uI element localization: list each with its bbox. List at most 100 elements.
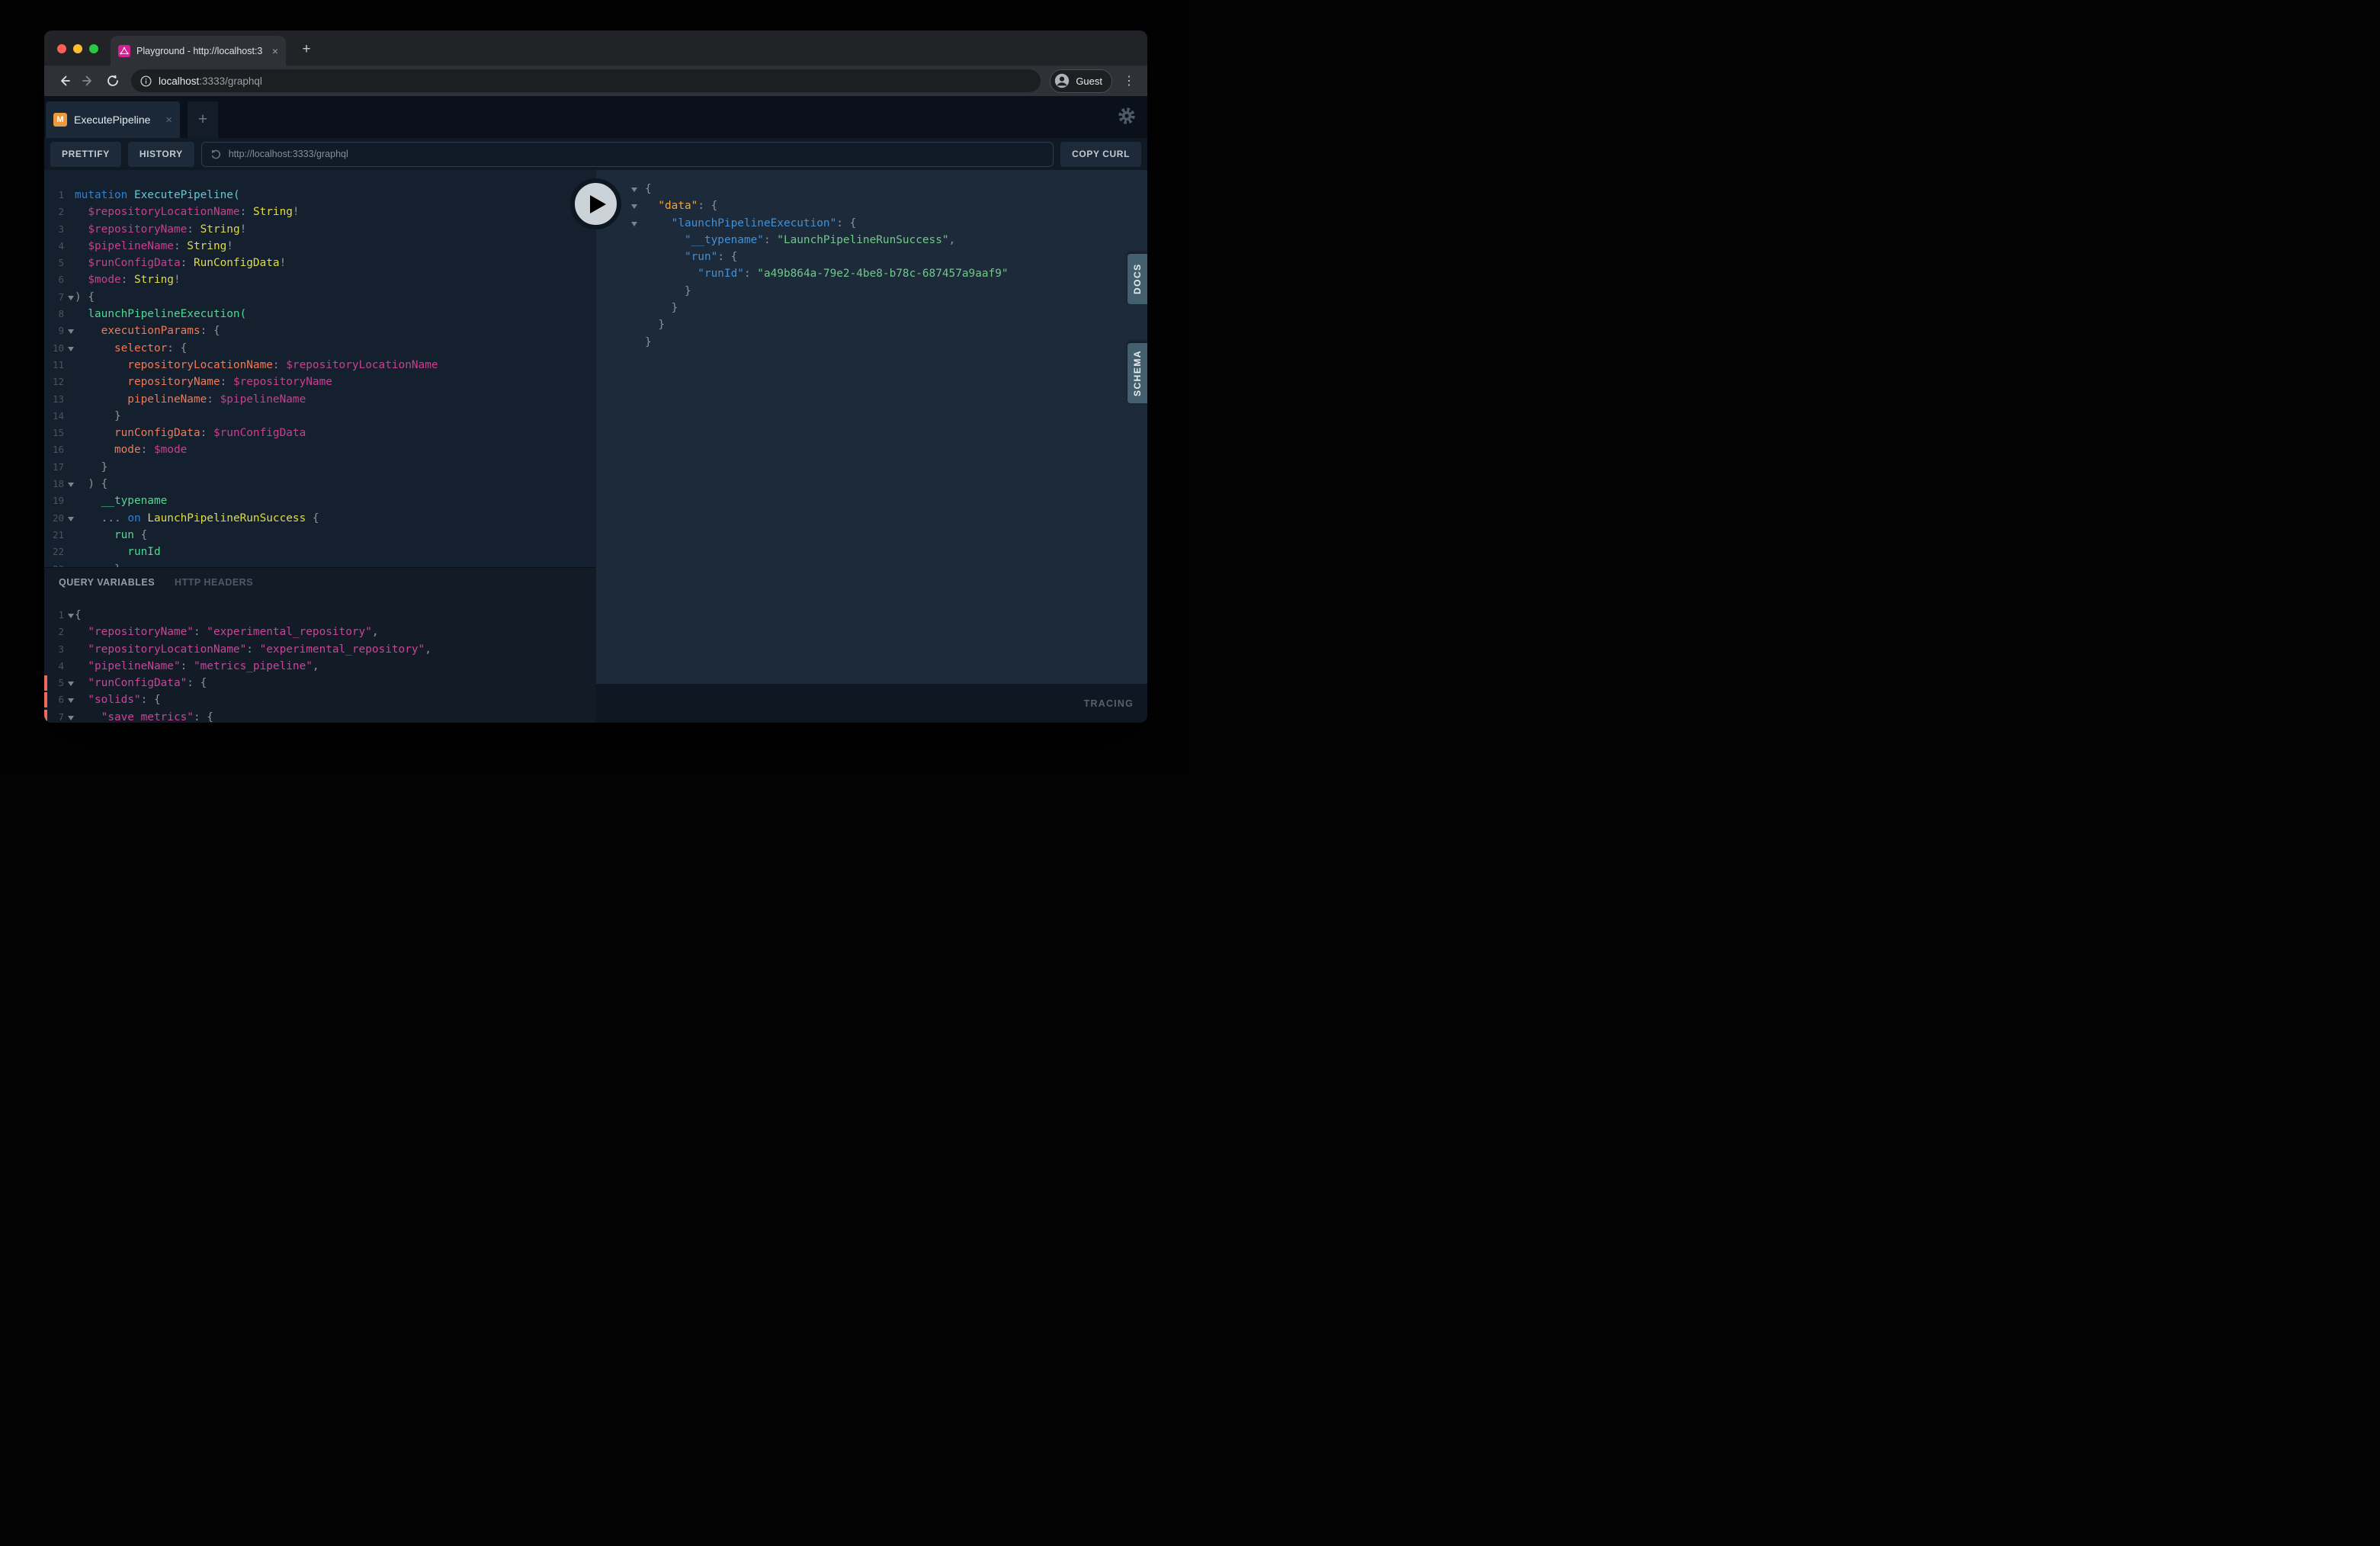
tracing-bar[interactable]: TRACING xyxy=(596,684,1147,723)
code-line: 4 "pipelineName": "metrics_pipeline", xyxy=(44,658,596,675)
new-session-button[interactable]: + xyxy=(188,101,218,138)
line-number: 6 xyxy=(44,691,64,708)
code-text: "runConfigData": { xyxy=(44,675,596,691)
code-text: ) { xyxy=(44,476,596,492)
execute-play-button[interactable] xyxy=(570,178,621,229)
code-line: 19 __typename xyxy=(44,492,596,509)
code-text: runConfigData: $runConfigData xyxy=(44,425,596,441)
error-marker xyxy=(44,675,47,691)
profile-button[interactable]: Guest xyxy=(1050,69,1112,93)
tab-http-headers[interactable]: HTTP HEADERS xyxy=(175,577,253,588)
fold-arrow-icon[interactable] xyxy=(631,222,637,226)
code-line: 23 } xyxy=(44,561,596,567)
line-number: 16 xyxy=(44,441,64,458)
code-text: } xyxy=(596,316,1147,333)
fold-arrow-icon[interactable] xyxy=(631,188,637,192)
code-text: "run": { xyxy=(596,249,1147,265)
line-number: 1 xyxy=(44,607,64,624)
variables-tabs: QUERY VARIABLES HTTP HEADERS xyxy=(44,568,596,588)
code-text: } xyxy=(44,561,596,567)
browser-menu-button[interactable]: ⋮ xyxy=(1120,70,1138,91)
code-line: 2 "repositoryName": "experimental_reposi… xyxy=(44,624,596,640)
code-text: { xyxy=(44,607,596,624)
code-line: 16 mode: $mode xyxy=(44,441,596,458)
url-bar[interactable]: localhost:3333/graphql xyxy=(131,69,1041,92)
back-button[interactable] xyxy=(53,70,75,91)
browser-tabstrip: Playground - http://localhost:3 × + xyxy=(44,30,1147,66)
line-number: 14 xyxy=(44,408,64,425)
fold-arrow-icon[interactable] xyxy=(68,483,74,487)
settings-gear-icon[interactable] xyxy=(1118,107,1136,125)
docs-side-tab[interactable]: DOCS xyxy=(1127,254,1147,304)
url-text: localhost:3333/graphql xyxy=(159,75,262,87)
endpoint-reload-icon[interactable] xyxy=(210,149,222,160)
code-line: 6 "solids": { xyxy=(44,691,596,708)
copy-curl-button[interactable]: COPY CURL xyxy=(1060,142,1141,167)
line-number: 6 xyxy=(44,271,64,288)
site-info-icon[interactable] xyxy=(140,75,152,87)
fold-arrow-icon[interactable] xyxy=(68,716,74,720)
fold-arrow-icon[interactable] xyxy=(68,347,74,351)
code-text: $repositoryLocationName: String! xyxy=(44,204,596,220)
reload-button[interactable] xyxy=(102,70,123,91)
line-number: 9 xyxy=(44,322,64,339)
browser-toolbar: localhost:3333/graphql Guest ⋮ xyxy=(44,66,1147,96)
code-text: $mode: String! xyxy=(44,271,596,288)
code-text: pipelineName: $pipelineName xyxy=(44,391,596,408)
code-text: { xyxy=(596,181,1147,197)
code-text: repositoryLocationName: $repositoryLocat… xyxy=(44,357,596,374)
code-line: 3 "repositoryLocationName": "experimenta… xyxy=(44,641,596,658)
code-text: "save_metrics": { xyxy=(44,709,596,723)
session-tab[interactable]: M ExecutePipeline × xyxy=(46,101,180,138)
code-text: "runId": "a49b864a-79e2-4be8-b78c-687457… xyxy=(596,265,1147,282)
code-text: ... on LaunchPipelineRunSuccess { xyxy=(44,510,596,527)
close-window-button[interactable] xyxy=(57,44,66,53)
line-number: 8 xyxy=(44,306,64,322)
code-line: 11 repositoryLocationName: $repositoryLo… xyxy=(44,357,596,374)
code-text: } xyxy=(596,300,1147,316)
profile-label: Guest xyxy=(1076,75,1102,87)
fold-arrow-icon[interactable] xyxy=(68,329,74,334)
fold-arrow-icon[interactable] xyxy=(68,682,74,686)
history-button[interactable]: HISTORY xyxy=(128,142,194,167)
prettify-button[interactable]: PRETTIFY xyxy=(50,142,121,167)
tab-query-variables[interactable]: QUERY VARIABLES xyxy=(59,577,155,588)
code-line: 5 "runConfigData": { xyxy=(44,675,596,691)
code-line: 3 $repositoryName: String! xyxy=(44,221,596,238)
tab-close-icon[interactable]: × xyxy=(272,45,278,57)
browser-tab-title: Playground - http://localhost:3 xyxy=(136,46,266,56)
minimize-window-button[interactable] xyxy=(73,44,82,53)
query-editor[interactable]: 1mutation ExecutePipeline(2 $repositoryL… xyxy=(44,170,596,567)
code-line: 21 run { xyxy=(44,527,596,544)
line-number: 2 xyxy=(44,624,64,640)
code-line: "data": { xyxy=(596,197,1147,214)
endpoint-input[interactable]: http://localhost:3333/graphql xyxy=(201,142,1054,167)
code-line: 5 $runConfigData: RunConfigData! xyxy=(44,255,596,271)
fold-arrow-icon[interactable] xyxy=(631,204,637,209)
new-tab-button[interactable]: + xyxy=(297,40,316,59)
schema-side-tab[interactable]: SCHEMA xyxy=(1127,343,1147,403)
mutation-badge: M xyxy=(53,113,67,127)
maximize-window-button[interactable] xyxy=(89,44,98,53)
browser-tab[interactable]: Playground - http://localhost:3 × xyxy=(111,36,286,66)
session-tab-title: ExecutePipeline xyxy=(74,114,159,126)
variables-editor[interactable]: 1{2 "repositoryName": "experimental_repo… xyxy=(44,588,596,723)
playground-header: M ExecutePipeline × + xyxy=(44,96,1147,138)
session-close-icon[interactable]: × xyxy=(165,114,172,127)
fold-arrow-icon[interactable] xyxy=(68,517,74,521)
line-number: 18 xyxy=(44,476,64,492)
code-text: "launchPipelineExecution": { xyxy=(596,215,1147,232)
line-number: 17 xyxy=(44,459,64,476)
code-text: mutation ExecutePipeline( xyxy=(44,187,596,204)
code-line: "runId": "a49b864a-79e2-4be8-b78c-687457… xyxy=(596,265,1147,282)
forward-button[interactable] xyxy=(78,70,99,91)
code-line: 10 selector: { xyxy=(44,340,596,357)
fold-arrow-icon[interactable] xyxy=(68,614,74,618)
graphql-playground: M ExecutePipeline × + PRETTIFY HISTORY xyxy=(44,96,1147,723)
code-line: 1{ xyxy=(44,607,596,624)
code-text: ) { xyxy=(44,289,596,306)
code-text: selector: { xyxy=(44,340,596,357)
line-number: 11 xyxy=(44,357,64,374)
fold-arrow-icon[interactable] xyxy=(68,296,74,300)
fold-arrow-icon[interactable] xyxy=(68,698,74,703)
